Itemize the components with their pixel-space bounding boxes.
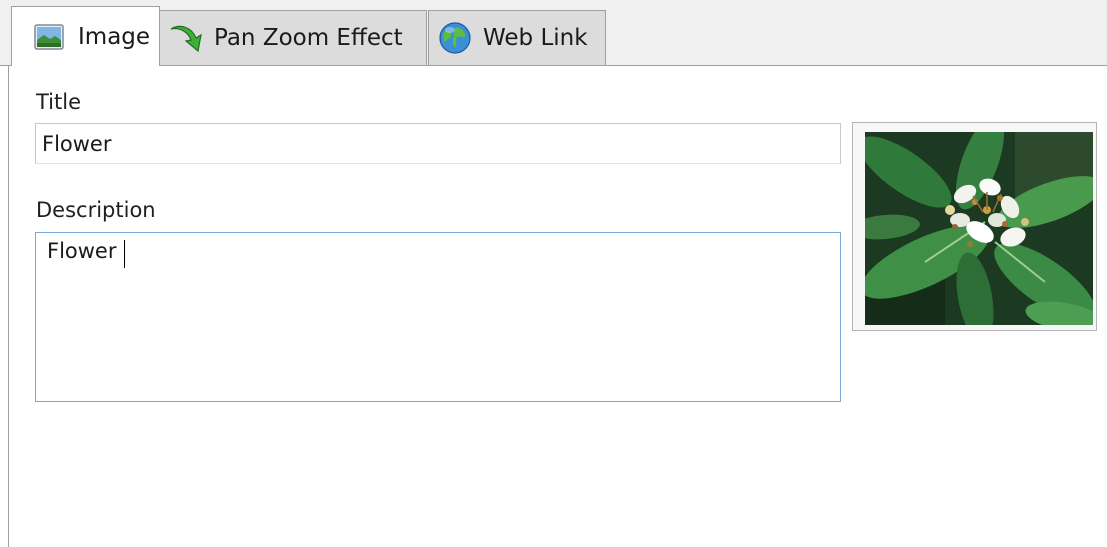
title-label: Title — [36, 90, 82, 114]
panel-border — [8, 66, 9, 547]
text-caret — [124, 240, 125, 268]
landscape-image-icon — [34, 23, 64, 50]
tab-pan-zoom-effect[interactable]: Pan Zoom Effect — [159, 10, 427, 65]
tab-image-label: Image — [78, 23, 151, 50]
description-label: Description — [36, 198, 156, 222]
tab-web-link-label: Web Link — [483, 25, 588, 51]
tab-pan-zoom-effect-label: Pan Zoom Effect — [214, 25, 403, 51]
description-textarea[interactable]: Flower — [35, 232, 841, 402]
image-preview[interactable] — [865, 132, 1093, 325]
tab-strip-divider — [0, 65, 1107, 66]
flower-photo-thumbnail — [865, 132, 1093, 325]
title-input[interactable] — [35, 123, 841, 164]
globe-icon — [439, 22, 471, 54]
green-arrow-icon — [170, 25, 202, 53]
tab-web-link[interactable]: Web Link — [428, 10, 606, 65]
tab-image[interactable]: Image — [11, 6, 160, 66]
